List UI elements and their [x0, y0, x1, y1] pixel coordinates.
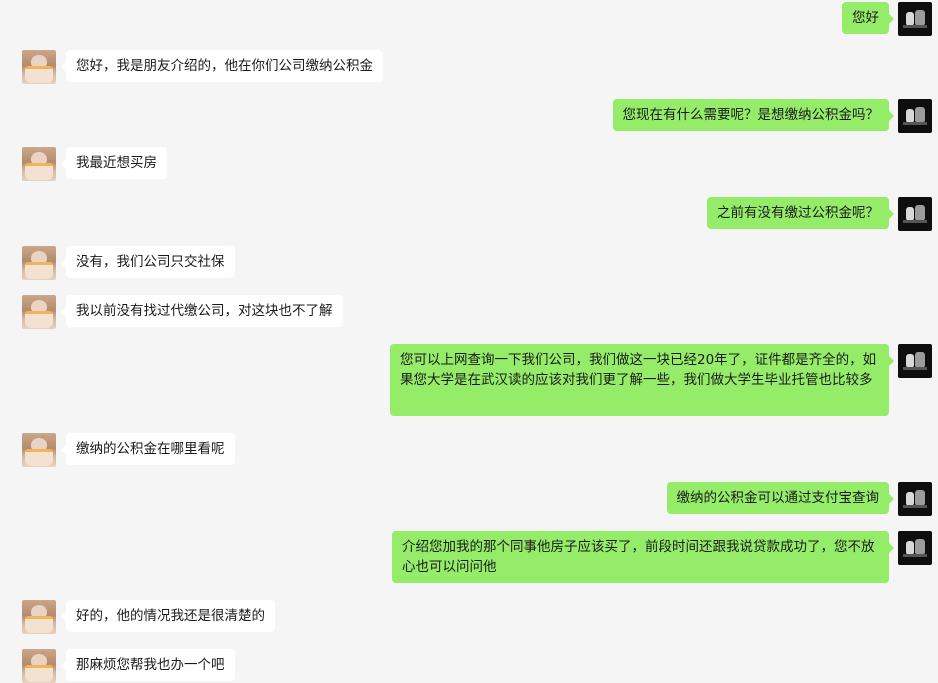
- message-incoming: 那麻烦您帮我也办一个吧: [22, 649, 322, 683]
- dark-avatar[interactable]: [898, 482, 932, 516]
- message-bubble[interactable]: 缴纳的公积金可以通过支付宝查询: [666, 482, 894, 514]
- message-incoming: 好的，他的情况我还是很清楚的: [22, 600, 342, 634]
- message-outgoing: 缴纳的公积金可以通过支付宝查询: [632, 482, 932, 516]
- cat-avatar[interactable]: [22, 600, 56, 634]
- message-incoming: 您好，我是朋友介绍的，他在你们公司缴纳公积金: [22, 50, 442, 84]
- message-bubble[interactable]: 没有，我们公司只交社保: [61, 246, 235, 278]
- message-incoming: 我以前没有找过代缴公司，对这块也不了解: [22, 295, 422, 329]
- message-bubble[interactable]: 那麻烦您帮我也办一个吧: [61, 649, 235, 681]
- dark-avatar[interactable]: [898, 197, 932, 231]
- cat-avatar[interactable]: [22, 295, 56, 329]
- message-bubble[interactable]: 您可以上网查询一下我们公司，我们做这一块已经20年了，证件都是齐全的，如果您大学…: [390, 344, 894, 416]
- message-bubble[interactable]: 我最近想买房: [61, 147, 167, 179]
- message-outgoing: 您现在有什么需要呢？是想缴纳公积金吗？: [532, 99, 932, 133]
- message-bubble[interactable]: 您好: [842, 2, 894, 34]
- cat-avatar[interactable]: [22, 147, 56, 181]
- message-outgoing: 介绍您加我的那个同事他房子应该买了，前段时间还跟我说贷款成功了，您不放心也可以问…: [372, 531, 932, 585]
- message-bubble[interactable]: 我以前没有找过代缴公司，对这块也不了解: [61, 295, 343, 327]
- message-bubble[interactable]: 缴纳的公积金在哪里看呢: [61, 433, 235, 465]
- message-incoming: 缴纳的公积金在哪里看呢: [22, 433, 322, 467]
- message-outgoing: 您可以上网查询一下我们公司，我们做这一块已经20年了，证件都是齐全的，如果您大学…: [372, 344, 932, 418]
- message-bubble[interactable]: 您现在有什么需要呢？是想缴纳公积金吗？: [612, 99, 894, 131]
- message-outgoing: 您好: [632, 2, 932, 36]
- message-incoming: 我最近想买房: [22, 147, 322, 181]
- dark-avatar[interactable]: [898, 531, 932, 565]
- cat-avatar[interactable]: [22, 433, 56, 467]
- dark-avatar[interactable]: [898, 2, 932, 36]
- message-outgoing: 之前有没有缴过公积金呢？: [632, 197, 932, 231]
- message-bubble[interactable]: 介绍您加我的那个同事他房子应该买了，前段时间还跟我说贷款成功了，您不放心也可以问…: [392, 531, 894, 583]
- chat-history[interactable]: 您好 您好，我是朋友介绍的，他在你们公司缴纳公积金 您现在有什么需要呢？是想缴纳…: [0, 0, 938, 683]
- cat-avatar[interactable]: [22, 50, 56, 84]
- dark-avatar[interactable]: [898, 344, 932, 378]
- message-bubble[interactable]: 您好，我是朋友介绍的，他在你们公司缴纳公积金: [61, 50, 383, 82]
- message-bubble[interactable]: 好的，他的情况我还是很清楚的: [61, 600, 275, 632]
- message-bubble[interactable]: 之前有没有缴过公积金呢？: [707, 197, 894, 229]
- cat-avatar[interactable]: [22, 246, 56, 280]
- cat-avatar[interactable]: [22, 649, 56, 683]
- dark-avatar[interactable]: [898, 99, 932, 133]
- message-incoming: 没有，我们公司只交社保: [22, 246, 322, 280]
